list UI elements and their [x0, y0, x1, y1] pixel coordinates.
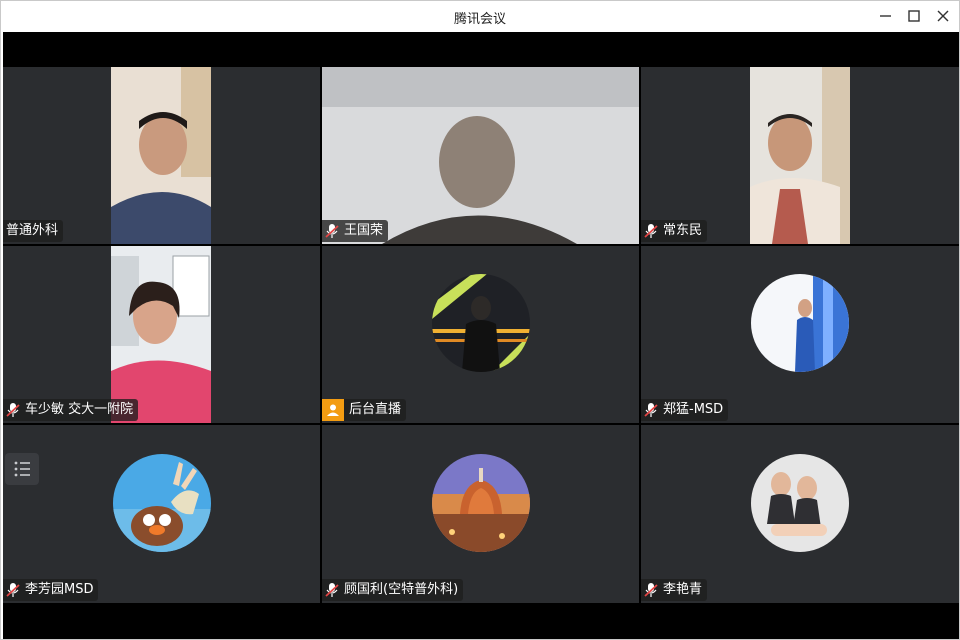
participant-video — [111, 67, 211, 244]
participant-video — [322, 67, 639, 244]
user-icon — [327, 404, 339, 416]
mic-muted-icon — [325, 583, 339, 597]
participant-name-label: 顾国利(空特普外科) — [322, 579, 464, 601]
minimize-icon[interactable] — [877, 7, 895, 25]
participant-list-button[interactable] — [5, 453, 39, 485]
participant-name-label: 后台直播 — [322, 399, 407, 421]
mic-muted-icon — [644, 403, 658, 417]
title-bar[interactable]: 腾讯会议 — [1, 1, 959, 32]
window-title: 腾讯会议 — [453, 12, 506, 27]
participant-name-label: 李芳园MSD — [3, 579, 99, 601]
participant-video — [111, 246, 211, 423]
participant-tile[interactable]: 车少敏 交大一附院 — [3, 246, 320, 423]
participant-name-label: 王国荣 — [322, 220, 389, 242]
participant-name: 李芳园MSD — [25, 582, 94, 597]
mic-muted-icon — [6, 403, 20, 417]
participant-name-label: 常东民 — [641, 220, 708, 242]
participant-tile[interactable]: 李芳园MSD — [3, 425, 320, 603]
participant-tile[interactable]: 普通外科 — [3, 67, 320, 244]
participant-avatar — [751, 274, 849, 372]
participant-grid: 普通外科 王国荣 常东民 车少敏 交大一附院 后台直播 郑猛-MSD 李芳园MS… — [3, 67, 959, 603]
participant-name: 郑猛-MSD — [663, 402, 724, 417]
participant-name: 普通外科 — [6, 223, 59, 238]
mic-muted-icon — [644, 583, 658, 597]
meeting-stage: 普通外科 王国荣 常东民 车少敏 交大一附院 后台直播 郑猛-MSD 李芳园MS… — [3, 32, 959, 639]
participant-tile[interactable]: 李艳青 — [641, 425, 959, 603]
maximize-icon[interactable] — [905, 7, 923, 25]
participant-tile[interactable]: 后台直播 — [322, 246, 639, 423]
live-stream-badge — [322, 399, 344, 421]
participant-name: 车少敏 交大一附院 — [25, 402, 134, 417]
participant-tile[interactable]: 常东民 — [641, 67, 959, 244]
participant-name-label: 郑猛-MSD — [641, 399, 729, 421]
participant-avatar — [432, 274, 530, 372]
participant-name: 后台直播 — [349, 402, 402, 417]
meeting-window: 腾讯会议 普通外科 王国荣 常东民 车少敏 交大一附院 后台直播 郑猛-MSD … — [0, 0, 960, 640]
participant-name: 顾国利(空特普外科) — [344, 582, 459, 597]
participant-tile[interactable]: 郑猛-MSD — [641, 246, 959, 423]
participant-tile[interactable]: 王国荣 — [322, 67, 639, 244]
participant-name: 常东民 — [663, 223, 703, 238]
mic-muted-icon — [6, 583, 20, 597]
participant-video — [750, 67, 850, 244]
list-icon — [14, 461, 30, 477]
participant-avatar — [751, 454, 849, 552]
participant-name: 李艳青 — [663, 582, 703, 597]
participant-avatar — [432, 454, 530, 552]
participant-avatar — [113, 454, 211, 552]
participant-tile[interactable]: 顾国利(空特普外科) — [322, 425, 639, 603]
mic-muted-icon — [325, 224, 339, 238]
mic-muted-icon — [644, 224, 658, 238]
participant-name-label: 普通外科 — [3, 220, 64, 242]
close-icon[interactable] — [934, 7, 952, 25]
participant-name: 王国荣 — [344, 223, 384, 238]
participant-name-label: 李艳青 — [641, 579, 708, 601]
participant-name-label: 车少敏 交大一附院 — [3, 399, 139, 421]
